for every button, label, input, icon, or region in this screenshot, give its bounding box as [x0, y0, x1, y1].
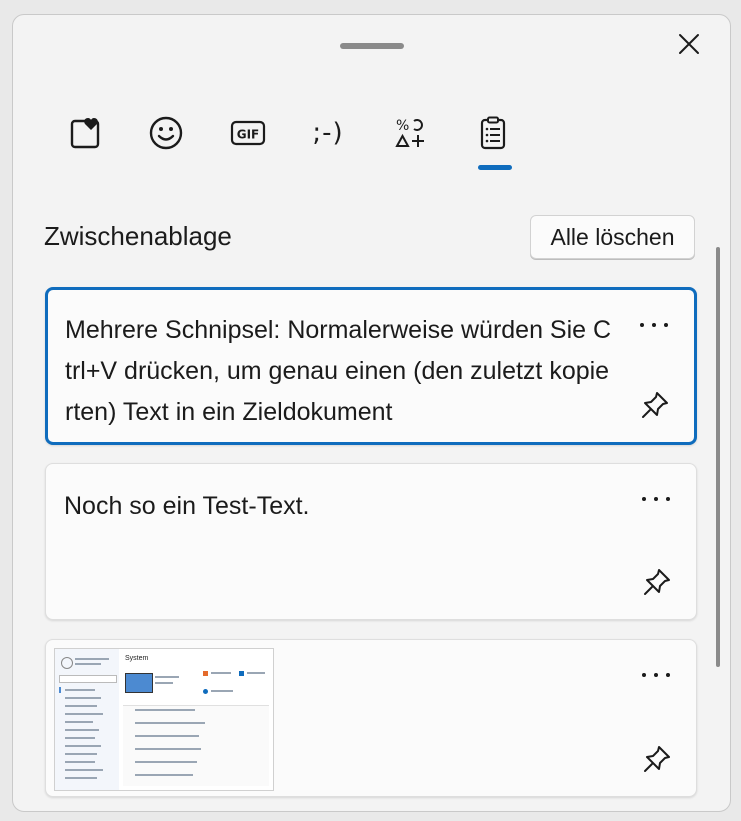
clipboard-item-text: Noch so ein Test-Text.	[64, 492, 310, 520]
more-options-button[interactable]	[642, 668, 670, 682]
drag-handle[interactable]	[340, 43, 404, 49]
clipboard-item[interactable]: Noch so ein Test-Text.	[45, 463, 697, 620]
gif-icon: GIF	[230, 120, 266, 146]
pin-icon[interactable]	[642, 567, 672, 597]
clipboard-item-text: Mehrere Schnipsel: Normalerweise würden …	[65, 316, 612, 426]
pin-icon[interactable]	[640, 390, 670, 420]
tab-bar: GIF ;-) %	[13, 101, 730, 191]
screenshot-thumbnail: System	[54, 648, 274, 791]
tab-clipboard[interactable]	[461, 101, 525, 165]
clipboard-item-image[interactable]: System	[45, 639, 697, 797]
selected-tab-indicator	[478, 165, 512, 170]
tab-favorites[interactable]	[54, 101, 118, 165]
tab-kaomoji[interactable]: ;-)	[296, 101, 360, 165]
favorites-heart-icon	[70, 118, 100, 149]
clipboard-item[interactable]: Mehrere Schnipsel: Normalerweise würden …	[45, 287, 697, 445]
tab-gif[interactable]: GIF	[216, 101, 280, 165]
emoji-clipboard-panel: GIF ;-) % Zwischenablage Alle löschen Me…	[12, 14, 731, 812]
symbols-icon: %	[395, 118, 424, 147]
scrollbar[interactable]	[716, 247, 720, 667]
thumbnail-heading: System	[125, 655, 149, 662]
clipboard-icon	[480, 116, 506, 150]
tab-symbols[interactable]: %	[378, 101, 442, 165]
section-title: Zwischenablage	[44, 221, 232, 251]
clear-all-button[interactable]: Alle löschen	[530, 215, 695, 259]
smiley-icon	[149, 116, 183, 150]
pin-icon[interactable]	[642, 744, 672, 774]
more-options-button[interactable]	[640, 318, 668, 332]
close-button[interactable]	[677, 32, 701, 56]
close-icon	[679, 34, 699, 54]
tab-emoji[interactable]	[134, 101, 198, 165]
more-options-button[interactable]	[642, 492, 670, 506]
svg-text:GIF: GIF	[237, 128, 260, 142]
kaomoji-icon: ;-)	[312, 118, 344, 148]
svg-text:%: %	[396, 118, 409, 134]
